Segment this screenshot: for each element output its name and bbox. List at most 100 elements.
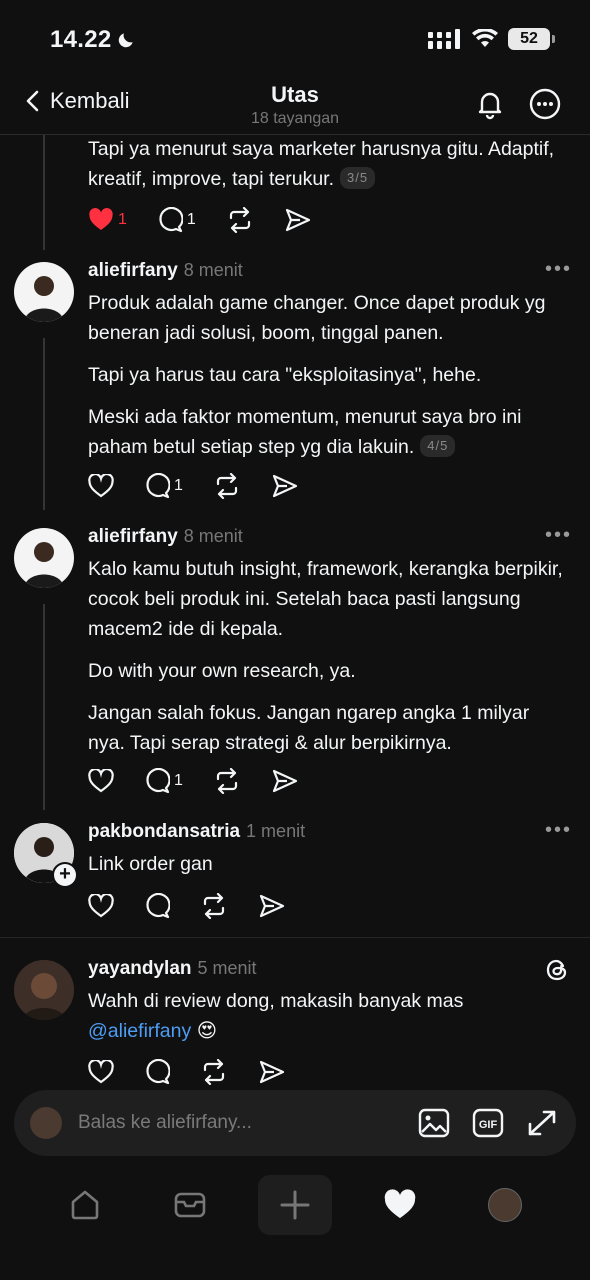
repost-button[interactable]: [200, 1059, 228, 1085]
like-button[interactable]: [88, 474, 114, 498]
avatar-image: [14, 960, 74, 1020]
comment-icon: [159, 207, 183, 233]
like-count: 1: [118, 211, 127, 228]
send-icon: [259, 1060, 285, 1084]
thread-line: [43, 135, 45, 250]
repost-button[interactable]: [213, 473, 241, 499]
username[interactable]: aliefirfany: [88, 260, 178, 281]
expand-icon[interactable]: [526, 1108, 558, 1138]
repost-icon: [203, 1059, 225, 1085]
send-icon: [272, 474, 298, 498]
thread-pager: 3/5: [340, 167, 376, 189]
send-icon: [272, 769, 298, 793]
reply-count: 1: [174, 477, 183, 494]
mention-link[interactable]: @aliefirfany: [88, 1020, 191, 1042]
repost-icon: [203, 893, 225, 919]
post-actions: [88, 1058, 316, 1086]
username[interactable]: aliefirfany: [88, 526, 178, 547]
battery-indicator: 52: [508, 28, 555, 50]
like-button[interactable]: [88, 894, 114, 918]
post-text: Produk adalah game changer. Once dapet p…: [88, 292, 546, 458]
comment-icon: [146, 893, 170, 919]
repost-button[interactable]: [213, 768, 241, 794]
avatar[interactable]: [14, 960, 74, 1020]
like-button[interactable]: [88, 1060, 114, 1084]
repost-button[interactable]: [200, 893, 228, 919]
share-button[interactable]: [258, 1059, 286, 1085]
timestamp: 5 menit: [197, 958, 257, 978]
thread-line: [43, 604, 45, 810]
nav-compose[interactable]: [257, 1175, 332, 1235]
reply-button[interactable]: [144, 1059, 170, 1085]
post-actions: 1: [88, 472, 329, 500]
post-header: pakbondansatria 1 menit: [88, 821, 305, 843]
like-button[interactable]: 1: [88, 208, 127, 232]
post-text: Link order gan: [88, 853, 213, 875]
repost-button[interactable]: [226, 207, 254, 233]
thread-pager: 4/5: [420, 435, 456, 457]
bell-icon: [478, 92, 502, 120]
gif-icon[interactable]: GIF: [472, 1108, 504, 1138]
username[interactable]: yayandylan: [88, 958, 192, 979]
reply-button[interactable]: 1: [144, 768, 183, 794]
post-text: Wahh di review dong, makasih banyak mas …: [88, 990, 464, 1042]
post-text: Kalo kamu butuh insight, framework, kera…: [88, 558, 563, 754]
post-actions: 1: [88, 767, 329, 795]
nav-profile[interactable]: [468, 1175, 542, 1235]
share-button[interactable]: [271, 473, 299, 499]
emoji: 😍: [196, 1020, 218, 1042]
plus-icon: +: [54, 864, 76, 886]
avatar[interactable]: [14, 262, 74, 322]
post-more-button[interactable]: •••: [545, 524, 572, 547]
reply-composer: GIF: [14, 1090, 576, 1156]
status-icons: 52: [428, 28, 555, 50]
share-button[interactable]: [271, 768, 299, 794]
heart-icon: [88, 894, 114, 918]
reply-button[interactable]: 1: [144, 473, 183, 499]
timestamp: 8 menit: [183, 526, 243, 546]
send-icon: [285, 208, 310, 232]
reply-count: 1: [186, 211, 196, 228]
reply-input[interactable]: [78, 1112, 418, 1134]
threads-logo-icon: [546, 959, 567, 981]
my-avatar: [30, 1107, 62, 1139]
image-icon[interactable]: [418, 1108, 450, 1138]
post-header: aliefirfany 8 menit: [88, 260, 243, 282]
username[interactable]: pakbondansatria: [88, 821, 240, 842]
avatar[interactable]: [14, 528, 74, 588]
comment-icon: [146, 1059, 170, 1085]
signal-icon: [428, 29, 460, 49]
bottom-nav: [0, 1170, 590, 1240]
post-more-button[interactable]: •••: [545, 819, 572, 842]
share-button[interactable]: [284, 207, 312, 233]
profile-avatar: [488, 1188, 523, 1222]
post-actions: 1 1: [88, 206, 342, 234]
like-button[interactable]: [88, 769, 114, 793]
share-button[interactable]: [258, 893, 286, 919]
timestamp: 1 menit: [246, 821, 306, 841]
thread-line: [43, 338, 45, 510]
nav-home[interactable]: [48, 1175, 122, 1235]
post-more-button[interactable]: •••: [545, 258, 572, 281]
reply-button[interactable]: [144, 893, 170, 919]
reply-count: 1: [174, 772, 183, 789]
timestamp: 8 menit: [183, 260, 243, 280]
heart-icon: [88, 769, 114, 793]
bell-button[interactable]: [474, 88, 506, 125]
plus-icon: [280, 1190, 310, 1220]
nav-activity[interactable]: [363, 1175, 437, 1235]
avatar-image: [24, 276, 64, 322]
more-circle-icon: [529, 88, 561, 120]
inbox-icon: [174, 1192, 206, 1218]
nav-inbox[interactable]: [153, 1175, 227, 1235]
status-time: 14.22: [50, 26, 136, 54]
section-divider: [0, 937, 590, 938]
post-header: yayandylan 5 menit: [88, 958, 257, 980]
reply-button[interactable]: 1: [157, 207, 196, 233]
follow-button[interactable]: +: [52, 862, 78, 888]
post-actions: [88, 892, 316, 920]
heart-icon: [89, 208, 113, 230]
more-options-button[interactable]: [529, 88, 561, 125]
heart-filled-icon: [384, 1189, 416, 1219]
svg-text:GIF: GIF: [479, 1119, 498, 1131]
